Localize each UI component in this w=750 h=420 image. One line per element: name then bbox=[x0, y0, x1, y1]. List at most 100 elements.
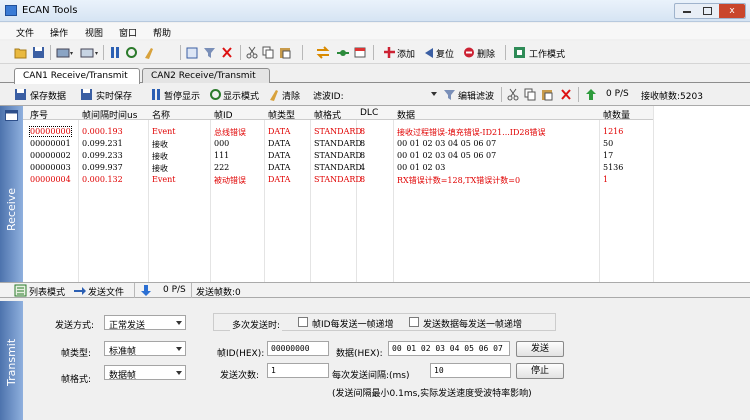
list-mode-button[interactable]: 列表模式 bbox=[29, 285, 65, 298]
receive-side-tab[interactable]: Receive bbox=[0, 106, 23, 282]
frame-format-select[interactable]: 数据帧 bbox=[104, 365, 186, 381]
col-header[interactable]: DLC bbox=[360, 108, 378, 118]
col-header[interactable]: 序号 bbox=[30, 108, 48, 121]
transfer-icon[interactable] bbox=[316, 46, 330, 59]
work-mode-button-label[interactable]: 工作模式 bbox=[529, 47, 565, 60]
stop-button[interactable]: 停止 bbox=[516, 363, 564, 379]
tab-can2[interactable]: CAN2 Receive/Transmit bbox=[142, 68, 270, 83]
paste-icon[interactable] bbox=[279, 46, 292, 59]
pause-display-icon[interactable] bbox=[150, 88, 162, 101]
receive-panel: Receive 序号 帧间隔时间us 名称 帧ID 帧类型 帧格式 DLC 数据… bbox=[0, 105, 750, 282]
clear-broom-icon[interactable] bbox=[267, 88, 280, 101]
multi-send-label: 多次发送时: bbox=[230, 318, 283, 331]
save-data-button[interactable]: 保存数据 bbox=[30, 89, 66, 102]
frame-type-value: 标准帧 bbox=[109, 347, 137, 357]
chevron-down-icon bbox=[176, 347, 182, 351]
frame-type-label: 帧类型: bbox=[61, 349, 92, 359]
send-interval-input[interactable]: 10 bbox=[430, 363, 511, 378]
receive-toolbar: 保存数据 实时保存 暂停显示 显示模式 清除 滤波ID: 编辑滤波 0 P/S … bbox=[0, 86, 750, 103]
edit-filter-icon[interactable] bbox=[443, 88, 456, 101]
refresh-icon[interactable] bbox=[125, 46, 138, 59]
save-icon[interactable] bbox=[32, 46, 45, 59]
table-row[interactable]: 00000004 0.000.132 Event 被动错误 DATA STAND… bbox=[23, 175, 653, 185]
menu-window[interactable]: 窗口 bbox=[119, 26, 137, 39]
col-header[interactable]: 数据 bbox=[397, 108, 415, 121]
data-input[interactable]: 00 01 02 03 04 05 06 07 bbox=[388, 341, 510, 356]
realtime-save-icon[interactable] bbox=[80, 88, 93, 101]
send-times-input[interactable]: 1 bbox=[267, 363, 329, 378]
copy-icon[interactable] bbox=[524, 88, 537, 101]
edit-icon[interactable] bbox=[186, 46, 199, 59]
menu-help[interactable]: 帮助 bbox=[153, 26, 171, 39]
window-controls: x bbox=[674, 3, 746, 19]
send-mode-select[interactable]: 正常发送 bbox=[104, 315, 186, 331]
col-header[interactable]: 帧类型 bbox=[268, 108, 295, 121]
transmit-side-tab[interactable]: Transmit bbox=[0, 301, 23, 420]
pause-icon[interactable] bbox=[109, 46, 121, 59]
frame-format-value: 数据帧 bbox=[109, 371, 137, 381]
connect-icon[interactable] bbox=[336, 46, 350, 59]
toolbar-separator bbox=[578, 87, 579, 102]
device-open-icon[interactable] bbox=[56, 46, 74, 59]
toolbar-separator bbox=[302, 45, 303, 60]
frame-id-increment-checkbox[interactable] bbox=[298, 317, 308, 327]
broom-icon[interactable] bbox=[142, 46, 155, 59]
list-mode-icon[interactable] bbox=[14, 284, 27, 297]
tab-can1[interactable]: CAN1 Receive/Transmit bbox=[14, 68, 140, 84]
chevron-down-icon bbox=[431, 92, 437, 96]
frame-id-input[interactable]: 00000000 bbox=[267, 341, 329, 356]
close-button[interactable]: x bbox=[719, 4, 745, 18]
clear-button[interactable]: 清除 bbox=[282, 89, 300, 102]
menu-view[interactable]: 视图 bbox=[85, 26, 103, 39]
delete-button-label[interactable]: 删除 bbox=[477, 47, 495, 60]
table-row[interactable]: 00000003 0.099.937 接收 222 DATA STANDARD … bbox=[23, 163, 653, 173]
send-button[interactable]: 发送 bbox=[516, 341, 564, 357]
receive-frame-count: 接收帧数:5203 bbox=[641, 92, 703, 102]
display-mode-button[interactable]: 显示模式 bbox=[223, 89, 259, 102]
arrow-up-icon bbox=[586, 89, 596, 100]
data-increment-checkbox[interactable] bbox=[409, 317, 419, 327]
display-mode-icon[interactable] bbox=[209, 88, 222, 101]
table-row[interactable]: 00000001 0.099.231 接收 000 DATA STANDARD … bbox=[23, 139, 653, 149]
filter-id-combo[interactable] bbox=[344, 87, 440, 101]
send-interval-label: 每次发送间隔:(ms) bbox=[332, 371, 410, 381]
window-title: ECAN Tools bbox=[22, 5, 78, 16]
delete-x-icon[interactable] bbox=[221, 46, 233, 59]
cut-icon[interactable] bbox=[246, 46, 258, 59]
table-row[interactable]: 00000000 0.000.193 Event 总线错误 DATA STAND… bbox=[23, 126, 653, 137]
device-close-icon[interactable] bbox=[80, 46, 100, 59]
frame-type-select[interactable]: 标准帧 bbox=[104, 341, 186, 357]
pause-display-button[interactable]: 暂停显示 bbox=[164, 89, 200, 102]
table-row[interactable]: 00000002 0.099.233 接收 111 DATA STANDARD … bbox=[23, 151, 653, 161]
receive-table[interactable]: 序号 帧间隔时间us 名称 帧ID 帧类型 帧格式 DLC 数据 帧数量 000… bbox=[23, 106, 750, 282]
menu-bar: 文件 操作 视图 窗口 帮助 bbox=[0, 23, 750, 39]
cut-icon[interactable] bbox=[507, 88, 519, 101]
col-header[interactable]: 帧数量 bbox=[603, 108, 630, 121]
save-data-icon[interactable] bbox=[14, 88, 27, 101]
work-mode-icon[interactable] bbox=[513, 46, 526, 59]
open-folder-icon[interactable] bbox=[14, 46, 28, 59]
col-header[interactable]: 帧格式 bbox=[314, 108, 341, 121]
menu-file[interactable]: 文件 bbox=[16, 26, 34, 39]
edit-filter-button[interactable]: 编辑滤波 bbox=[458, 89, 494, 102]
send-file-button[interactable]: 发送文件 bbox=[88, 285, 124, 298]
col-header[interactable]: 名称 bbox=[152, 108, 170, 121]
copy-icon[interactable] bbox=[262, 46, 275, 59]
realtime-save-button[interactable]: 实时保存 bbox=[96, 89, 132, 102]
reset-icon[interactable] bbox=[423, 46, 435, 59]
paste-icon[interactable] bbox=[541, 88, 554, 101]
delete-x-icon[interactable] bbox=[560, 88, 572, 101]
col-header[interactable]: 帧间隔时间us bbox=[82, 108, 137, 121]
menu-operate[interactable]: 操作 bbox=[50, 26, 68, 39]
minimize-icon[interactable] bbox=[683, 11, 691, 13]
arrow-right-icon[interactable] bbox=[73, 284, 86, 297]
filter-icon[interactable] bbox=[203, 46, 216, 59]
title-bar: ECAN Tools x bbox=[0, 0, 750, 22]
add-button-label[interactable]: 添加 bbox=[397, 47, 415, 60]
delete-icon[interactable] bbox=[463, 46, 475, 59]
col-header[interactable]: 帧ID bbox=[214, 108, 233, 121]
add-icon[interactable] bbox=[383, 46, 395, 59]
maximize-icon[interactable] bbox=[703, 7, 712, 15]
reset-button-label[interactable]: 复位 bbox=[436, 47, 454, 60]
window-icon[interactable] bbox=[354, 46, 366, 59]
